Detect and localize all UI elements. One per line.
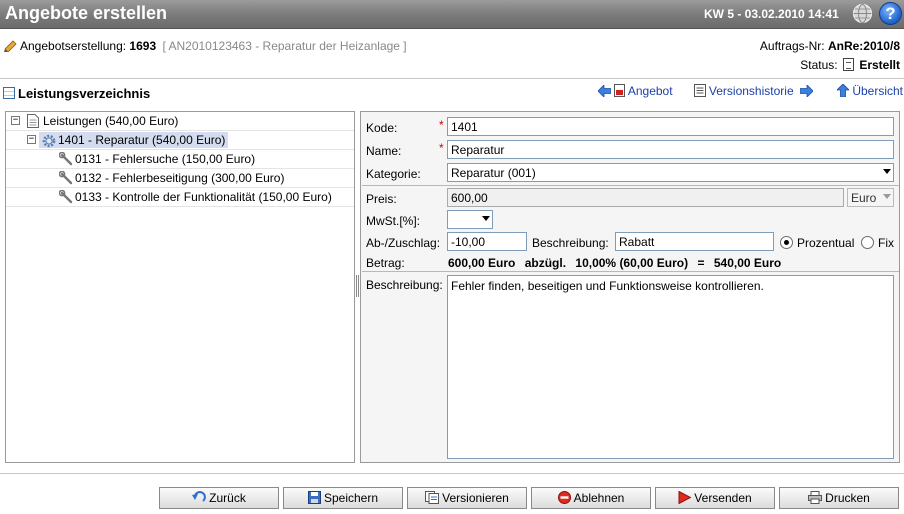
amount-less: abzügl. xyxy=(524,256,567,270)
versioning-button[interactable]: Versionieren xyxy=(407,487,527,509)
fixed-radio[interactable] xyxy=(861,236,874,249)
description-textarea[interactable]: Fehler finden, beseitigen und Funktionsw… xyxy=(447,275,894,459)
collapse-toggle[interactable]: − xyxy=(11,116,20,125)
description-label: Beschreibung: xyxy=(366,278,443,292)
currency-select[interactable]: Euro xyxy=(847,188,894,207)
tree-node-label: 0131 - Fehlersuche (150,00 Euro) xyxy=(75,152,256,166)
reject-button[interactable]: Ablehnen xyxy=(531,487,651,509)
category-label: Kategorie: xyxy=(366,167,421,181)
price-label: Preis: xyxy=(366,192,397,206)
dropdown-arrow-icon xyxy=(883,169,891,174)
order-info: Auftrags-Nr: AnRe:2010/8 xyxy=(760,39,900,53)
surcharge-label: Ab-/Zuschlag: xyxy=(366,236,441,250)
status-info: Status: Erstellt xyxy=(800,58,900,72)
print-button[interactable]: Drucken xyxy=(779,487,899,509)
status-badge: Erstellt xyxy=(859,58,900,72)
amount-label: Betrag: xyxy=(366,256,405,270)
amount-total: 540,00 Euro xyxy=(713,256,782,270)
required-mark: * xyxy=(439,141,444,155)
vat-select[interactable] xyxy=(447,210,493,229)
price-input[interactable]: 600,00 xyxy=(447,188,844,207)
collapse-toggle[interactable]: − xyxy=(27,135,36,144)
amount-base: 600,00 Euro xyxy=(448,256,516,270)
document-copy-icon xyxy=(425,491,440,504)
arrow-up-icon xyxy=(837,84,850,97)
stop-icon xyxy=(557,491,571,504)
fixed-radio-label: Fix xyxy=(878,236,894,250)
category-select[interactable]: Reparatur (001) xyxy=(447,163,894,182)
offer-info: Angebotserstellung: 1693 [ AN2010123463 … xyxy=(4,39,407,53)
name-label: Name: xyxy=(366,144,402,158)
panel-splitter-handle[interactable] xyxy=(356,275,359,297)
divider xyxy=(0,473,904,474)
wrench-icon xyxy=(59,152,73,166)
datetime-display: KW 5 - 03.02.2010 14:41 xyxy=(704,7,839,21)
tree-node-0132[interactable]: 0132 - Fehlerbeseitigung (300,00 Euro) xyxy=(6,169,354,188)
wrench-icon xyxy=(59,190,73,204)
document-icon xyxy=(27,114,39,128)
vat-label: MwSt.[%]: xyxy=(366,214,421,228)
status-label: Status: xyxy=(800,58,838,72)
percent-radio[interactable] xyxy=(780,236,793,249)
save-button[interactable]: Speichern xyxy=(283,487,403,509)
table-icon xyxy=(3,87,15,99)
document-icon xyxy=(842,58,854,71)
send-button[interactable]: Versenden xyxy=(655,487,775,509)
percent-radio-label: Prozentual xyxy=(797,236,855,250)
required-mark: * xyxy=(439,118,444,132)
back-arrow-icon xyxy=(192,491,206,502)
order-label: Auftrags-Nr: xyxy=(759,39,825,53)
offer-number: 1693 xyxy=(129,39,157,53)
tree-node-0131[interactable]: 0131 - Fehlersuche (150,00 Euro) xyxy=(6,150,354,169)
arrow-right-icon xyxy=(799,85,813,97)
play-arrow-icon xyxy=(678,491,692,504)
dropdown-arrow-icon xyxy=(883,194,891,199)
window-title: Angebote erstellen xyxy=(5,3,168,23)
divider xyxy=(362,271,899,272)
section-title: Leistungsverzeichnis xyxy=(3,86,150,101)
tree-node-repair[interactable]: − 1401 - Reparatur (540,00 Euro) xyxy=(6,131,354,150)
version-history-link[interactable]: Versionshistorie xyxy=(693,84,816,98)
name-input[interactable]: Reparatur xyxy=(447,140,894,159)
tree-node-0133[interactable]: 0133 - Kontrolle der Funktionalität (150… xyxy=(6,188,354,207)
service-tree: − Leistungen (540,00 Euro) − 1401 - Repa… xyxy=(5,111,355,463)
globe-icon[interactable] xyxy=(852,3,873,24)
divider xyxy=(362,185,899,186)
amount-calculation: 600,00 Euro abzügl. 10,00% (60,00 Euro) … xyxy=(448,256,787,270)
wrench-icon xyxy=(59,171,73,185)
amount-equals: = xyxy=(697,256,705,270)
tree-node-label: 0132 - Fehlerbeseitigung (300,00 Euro) xyxy=(75,171,285,185)
edit-pencil-icon xyxy=(4,40,17,52)
section-links: Angebot Versionshistorie Übersicht xyxy=(580,84,903,98)
amount-discount: 10,00% (60,00 Euro) xyxy=(575,256,689,270)
offer-link[interactable]: Angebot xyxy=(597,84,673,98)
offer-reference: [ AN2010123463 - Reparatur der Heizanlag… xyxy=(162,39,407,53)
offer-label: Angebotserstellung: xyxy=(20,39,127,53)
service-form: Kode: * 1401 Name: * Reparatur Kategorie… xyxy=(360,111,900,463)
printer-icon xyxy=(808,491,823,504)
help-icon[interactable]: ? xyxy=(879,2,902,25)
order-number: AnRe:2010/8 xyxy=(827,39,900,53)
tree-node-label: 1401 - Reparatur (540,00 Euro) xyxy=(58,133,226,147)
divider xyxy=(0,78,904,79)
surcharge-input[interactable]: -10,00 xyxy=(447,232,527,251)
tree-node-root[interactable]: − Leistungen (540,00 Euro) xyxy=(6,112,354,131)
surcharge-description-label: Beschreibung: xyxy=(532,236,609,250)
tree-node-label: Leistungen (540,00 Euro) xyxy=(43,114,179,128)
title-bar: Angebote erstellen KW 5 - 03.02.2010 14:… xyxy=(0,0,904,29)
surcharge-description-input[interactable]: Rabatt xyxy=(615,232,774,251)
code-label: Kode: xyxy=(366,121,398,135)
arrow-left-icon xyxy=(597,85,611,97)
floppy-disk-icon xyxy=(307,491,321,504)
pdf-document-icon xyxy=(613,84,625,97)
tree-node-label: 0133 - Kontrolle der Funktionalität (150… xyxy=(75,190,332,204)
dropdown-arrow-icon xyxy=(482,216,490,221)
back-button[interactable]: Zurück xyxy=(159,487,279,509)
code-input[interactable]: 1401 xyxy=(447,117,894,136)
overview-link[interactable]: Übersicht xyxy=(837,84,903,98)
document-list-icon xyxy=(693,84,706,97)
gear-icon xyxy=(42,134,56,148)
